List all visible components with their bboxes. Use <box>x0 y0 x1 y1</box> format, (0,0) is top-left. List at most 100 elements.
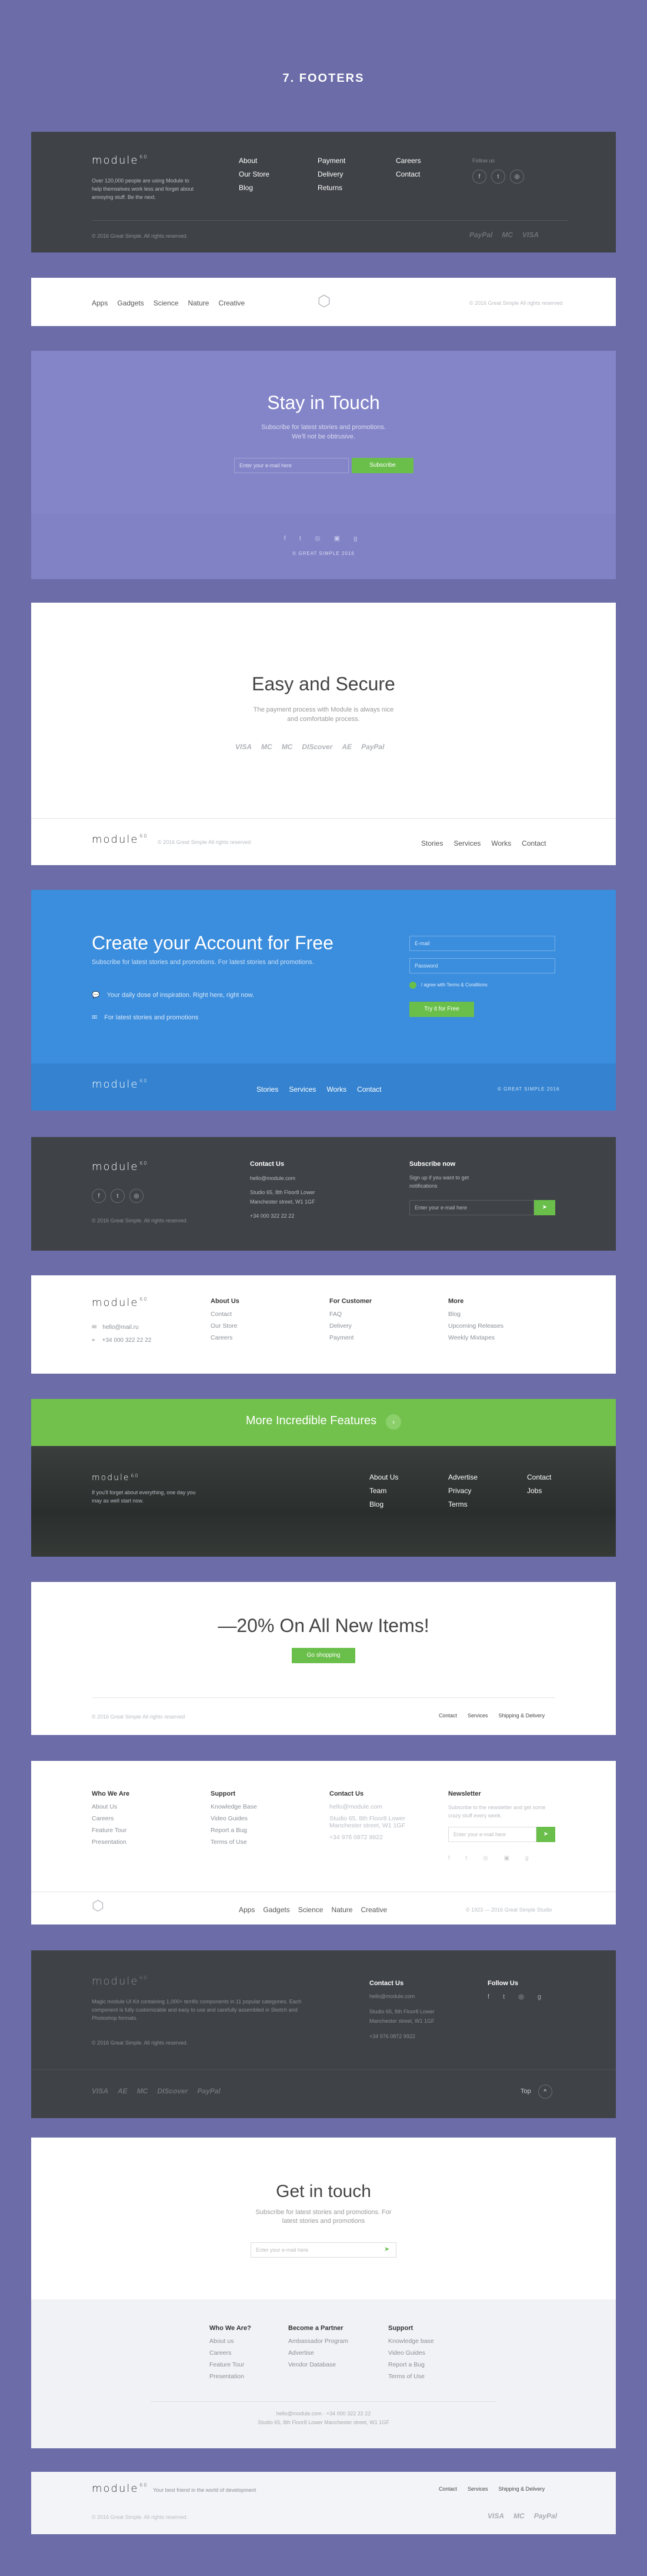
facebook-icon[interactable]: f <box>472 169 486 184</box>
send-button[interactable]: ➤ <box>534 1200 555 1215</box>
link-store[interactable]: Our Store <box>239 170 269 178</box>
amex-icon: AE <box>342 743 352 751</box>
copyright: © 1923 — 2016 Great Simple Studio <box>466 1907 552 1913</box>
logo: module 60 <box>92 154 148 167</box>
copyright: © 2016 Great Simple. All rights reserved… <box>92 2040 188 2046</box>
send-icon[interactable]: ➤ <box>384 2245 389 2253</box>
copyright: © 2016 Great Simple All rights reserved <box>158 839 251 845</box>
contact-info: hello@module.com Studio 65, 8th Floor8 Lo… <box>250 1175 315 1219</box>
logo: module 60 <box>92 1078 148 1091</box>
link-contact[interactable]: Contact <box>522 839 546 847</box>
footer-col-support: Support Knowledge Base Video Guides Report … <box>211 1790 257 1846</box>
copyright: © 2016 Great Simple. All rights reserved… <box>92 1218 188 1224</box>
footer-links: Stories Services Works Contact <box>421 838 559 849</box>
heading: Easy and Secure <box>252 673 395 694</box>
location-icon: ⌖ <box>92 1337 95 1344</box>
footer-col-more: More Blog Upcoming Releases Weekly Mixtapes <box>448 1298 503 1341</box>
link-careers[interactable]: Careers <box>396 157 421 165</box>
social-icons[interactable]: f t ◎ ▣ g <box>448 1855 535 1862</box>
logo: module 60 <box>92 1297 148 1309</box>
footer-features: More Incredible Features › module 60 If yo… <box>31 1399 616 1557</box>
contact-heading: Contact Us <box>369 1980 404 1987</box>
password-field[interactable]: Password <box>409 958 555 973</box>
link-works[interactable]: Works <box>326 1085 346 1093</box>
link-contact[interactable]: Contact <box>396 170 421 178</box>
copyright: © 2016 Great Simple All rights reserved <box>469 300 563 306</box>
banner[interactable]: More Incredible Features › <box>31 1414 616 1430</box>
link-delivery[interactable]: Delivery <box>318 170 345 178</box>
subtitle: Subscribe for latest stories and promoti… <box>261 424 386 440</box>
link-about[interactable]: About <box>239 157 269 165</box>
instagram-icon[interactable]: ◎ <box>510 169 524 184</box>
footer-col-who: Who We Are? About us Careers Feature Tour Pr… <box>209 2325 251 2380</box>
email-input[interactable]: Enter your e-mail here <box>448 1827 536 1842</box>
logo: module 60 <box>92 1161 148 1173</box>
mastercard-icon: MC <box>502 231 513 239</box>
link-services[interactable]: Services <box>453 839 481 847</box>
visa-icon: VISA <box>488 2512 505 2520</box>
footer-dark-about: module 60 Magic module UI Kit containing … <box>31 1950 616 2118</box>
footer-col-customer: For Customer FAQ Delivery Payment <box>329 1298 372 1341</box>
go-shopping-button[interactable]: Go shopping <box>292 1648 355 1663</box>
payment-icons: VISA MC MC DIScover AE PayPal <box>235 742 471 752</box>
email-field[interactable]: E-mail <box>409 936 555 951</box>
link-returns[interactable]: Returns <box>318 184 345 192</box>
link-creative[interactable]: Creative <box>218 299 245 307</box>
visa-icon: VISA <box>92 2087 109 2095</box>
social-icons: f t ◎ <box>92 1189 148 1203</box>
mail-icon: ✉ <box>92 1324 97 1331</box>
agree-checkbox[interactable]: I agree with Terms & Conditions <box>409 982 488 989</box>
footer-col-1: About Us Team Blog <box>369 1473 399 1508</box>
paypal-icon: PayPal <box>197 2087 221 2095</box>
logo: module 60 <box>92 833 148 846</box>
twitter-icon[interactable]: t <box>491 169 505 184</box>
link-stories[interactable]: Stories <box>256 1085 278 1093</box>
instagram-icon[interactable]: ◎ <box>129 1189 144 1203</box>
email-input[interactable]: Enter your e-mail here <box>251 2242 396 2258</box>
footer-description: If you'll forget about everything, one d… <box>92 1490 196 1504</box>
footer-create-account: Create your Account for Free Subscribe f… <box>31 890 616 1111</box>
social-icons[interactable]: f t ◎ g <box>488 1993 547 2000</box>
logo: module 60 <box>92 1975 148 1987</box>
amex-icon: AE <box>118 2087 128 2095</box>
link-works[interactable]: Works <box>491 839 511 847</box>
link-apps[interactable]: Apps <box>92 299 108 307</box>
payment-icons: VISA MC PayPal <box>488 2511 566 2521</box>
footer-col-1: About Our Store Blog <box>239 157 269 197</box>
back-to-top[interactable]: Top ^ <box>521 2085 557 2099</box>
twitter-icon[interactable]: t <box>111 1189 125 1203</box>
payment-icons: PayPal MC VISA <box>469 230 548 240</box>
footer-col-2: Advertise Privacy Terms <box>448 1473 478 1508</box>
footer-col-who: Who We Are About Us Careers Feature Tour Pre… <box>92 1790 130 1846</box>
facebook-icon[interactable]: f <box>92 1189 106 1203</box>
footer-links: Contact Services Shipping & Delivery <box>439 2486 545 2492</box>
footer-col-3: Careers Contact <box>396 157 421 184</box>
send-button[interactable]: ➤ <box>536 1827 555 1842</box>
link-stories[interactable]: Stories <box>421 839 443 847</box>
social-icons[interactable]: f t ◎ ▣ g <box>31 534 616 542</box>
footer-col-support: Support Knowledge base Video Guides Report … <box>388 2325 434 2380</box>
link-blog[interactable]: Blog <box>239 184 269 192</box>
link-nature[interactable]: Nature <box>188 299 209 307</box>
heading: Stay in Touch <box>267 392 380 413</box>
footer-links: Apps Gadgets Science Nature Creative <box>92 298 258 308</box>
footer-col-2: Payment Delivery Returns <box>318 157 345 197</box>
email-input[interactable]: Enter your e-mail here <box>409 1200 534 1215</box>
newsletter: Newsletter Subscribe to the newsletter an… <box>448 1790 546 1819</box>
paypal-icon: PayPal <box>361 743 385 751</box>
link-contact[interactable]: Contact <box>357 1085 381 1093</box>
link-services[interactable]: Services <box>289 1085 316 1093</box>
subscribe-button[interactable]: Subscribe <box>352 458 413 473</box>
discover-icon: DIScover <box>302 743 333 751</box>
footer-light-bottom: module 60 Your best friend in the world o… <box>31 2472 616 2534</box>
link-science[interactable]: Science <box>154 299 179 307</box>
link-payment[interactable]: Payment <box>318 157 345 165</box>
follow-heading: Follow Us <box>488 1980 518 1987</box>
link-gadgets[interactable]: Gadgets <box>117 299 144 307</box>
footer-stay-in-touch: Stay in Touch Subscribe for latest stori… <box>31 351 616 579</box>
contact-heading: Contact Us <box>250 1161 285 1168</box>
email-input[interactable]: Enter your e-mail here <box>234 458 349 473</box>
subtitle: The payment process with Module is alway… <box>253 706 394 723</box>
try-free-button[interactable]: Try it for Free <box>409 1002 474 1017</box>
mastercard-icon: MC <box>261 743 272 751</box>
